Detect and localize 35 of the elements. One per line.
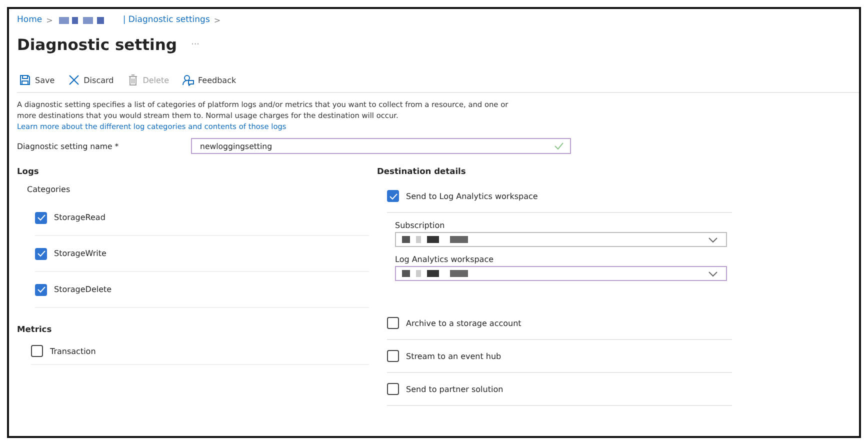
toolbar-button[interactable]: Feedback (180, 74, 238, 86)
dropdown[interactable] (395, 232, 727, 247)
breadcrumb-separator: > (46, 16, 53, 24)
destination-checkbox[interactable]: Stream to an event hub (387, 350, 502, 362)
chevron-down-icon (708, 270, 718, 276)
checkmark-icon (36, 250, 46, 257)
category-checkbox[interactable]: StorageDelete (35, 284, 112, 296)
breadcrumb-separator: > (214, 16, 221, 24)
close-icon (68, 74, 80, 86)
save-icon (19, 74, 31, 86)
toolbar-button[interactable]: Discard (66, 74, 116, 86)
metric-checkbox[interactable]: Transaction (31, 345, 96, 357)
destination-checkbox[interactable]: Send to partner solution (387, 383, 504, 395)
category-checkbox[interactable]: StorageRead (35, 212, 106, 224)
page-title: Diagnostic setting (17, 36, 177, 54)
breadcrumb-link[interactable]: Home (17, 15, 42, 25)
toolbar-button[interactable]: Save (17, 74, 57, 86)
checkmark-icon (36, 286, 46, 293)
feedback-icon (182, 74, 194, 86)
category-checkbox[interactable]: StorageWrite (35, 248, 106, 260)
redaction-drawing (58, 16, 105, 24)
field-label: Subscription (395, 220, 446, 232)
checkmark-icon (388, 192, 398, 200)
dropdown[interactable] (395, 266, 727, 281)
chevron-down-icon (708, 236, 718, 242)
destination-checkbox[interactable]: Archive to a storage account (387, 317, 522, 329)
section-heading: Metrics (17, 323, 53, 336)
trash-icon (126, 74, 139, 86)
field-label: Log Analytics workspace (395, 254, 495, 266)
breadcrumb-link[interactable]: | Diagnostic settings (122, 15, 210, 25)
section-heading: Destination details (377, 165, 467, 178)
destination-checkbox[interactable]: Send to Log Analytics workspace (387, 190, 538, 202)
section-heading: Logs (17, 165, 40, 178)
section-subheading: Categories (27, 184, 72, 196)
checkmark-icon (36, 214, 46, 221)
